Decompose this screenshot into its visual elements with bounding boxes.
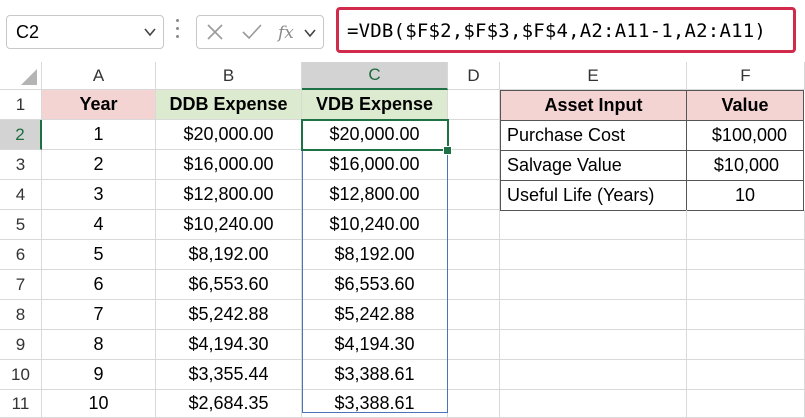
empty-cell[interactable] xyxy=(448,330,500,360)
empty-cell[interactable] xyxy=(500,360,687,390)
asset-value-cell[interactable]: 10 xyxy=(686,180,804,211)
fx-icon[interactable]: fx xyxy=(276,20,301,49)
asset-input-cell[interactable]: Purchase Cost xyxy=(500,120,687,151)
empty-cell[interactable] xyxy=(448,360,500,390)
empty-cell[interactable] xyxy=(500,330,687,360)
vdb-cell[interactable]: $10,240.00 xyxy=(302,210,448,240)
empty-cell[interactable] xyxy=(687,270,805,300)
header-vdb-expense[interactable]: VDB Expense xyxy=(302,90,448,120)
vdb-cell[interactable]: $3,388.61 xyxy=(302,360,448,390)
vdb-cell[interactable]: $16,000.00 xyxy=(302,150,448,180)
vdb-cell[interactable]: $5,242.88 xyxy=(302,300,448,330)
empty-cell[interactable] xyxy=(687,240,805,270)
empty-cell[interactable] xyxy=(448,300,500,330)
name-box-value: C2 xyxy=(16,22,40,42)
year-cell[interactable]: 10 xyxy=(42,390,156,418)
empty-cell[interactable] xyxy=(500,270,687,300)
empty-cell[interactable] xyxy=(500,210,687,240)
empty-cell[interactable] xyxy=(500,300,687,330)
year-cell[interactable]: 6 xyxy=(42,270,156,300)
empty-cell[interactable] xyxy=(687,330,805,360)
year-cell[interactable]: 5 xyxy=(42,240,156,270)
header-asset-input[interactable]: Asset Input xyxy=(500,90,687,121)
row-header-11[interactable]: 11 xyxy=(0,390,42,418)
empty-cell[interactable] xyxy=(448,240,500,270)
empty-cell[interactable] xyxy=(687,390,805,418)
column-header-c[interactable]: C xyxy=(302,62,448,90)
vdb-cell[interactable]: $12,800.00 xyxy=(302,180,448,210)
empty-cell[interactable] xyxy=(448,120,500,150)
empty-cell[interactable] xyxy=(687,360,805,390)
year-cell[interactable]: 9 xyxy=(42,360,156,390)
chevron-down-icon[interactable] xyxy=(303,26,317,45)
year-cell[interactable]: 1 xyxy=(42,120,156,150)
asset-value-cell[interactable]: $100,000 xyxy=(686,120,804,151)
empty-cell[interactable] xyxy=(448,270,500,300)
ddb-cell[interactable]: $12,800.00 xyxy=(156,180,302,210)
row-header-1[interactable]: 1 xyxy=(0,90,42,120)
ddb-cell[interactable]: $4,194.30 xyxy=(156,330,302,360)
more-options-icon[interactable] xyxy=(176,19,180,43)
empty-cell[interactable] xyxy=(448,150,500,180)
cell-d1[interactable] xyxy=(448,90,500,120)
check-icon[interactable] xyxy=(241,22,263,47)
row-header-7[interactable]: 7 xyxy=(0,270,42,300)
row-header-3[interactable]: 3 xyxy=(0,150,42,180)
vdb-cell[interactable]: $3,388.61 xyxy=(302,390,448,418)
select-all-corner[interactable] xyxy=(0,62,42,90)
year-cell[interactable]: 4 xyxy=(42,210,156,240)
row-header-10[interactable]: 10 xyxy=(0,360,42,390)
formula-input[interactable]: =VDB($F$2,$F$3,$F$4,A2:A11-1,A2:A11) xyxy=(336,7,796,53)
vdb-cell[interactable]: $6,553.60 xyxy=(302,270,448,300)
asset-input-cell[interactable]: Salvage Value xyxy=(500,150,687,181)
year-cell[interactable]: 7 xyxy=(42,300,156,330)
x-icon[interactable] xyxy=(205,22,225,47)
year-cell[interactable]: 3 xyxy=(42,180,156,210)
vdb-cell[interactable]: $8,192.00 xyxy=(302,240,448,270)
vdb-cell[interactable]: $20,000.00 xyxy=(302,120,448,150)
ddb-cell[interactable]: $3,355.44 xyxy=(156,360,302,390)
header-year[interactable]: Year xyxy=(42,90,156,120)
year-cell[interactable]: 8 xyxy=(42,330,156,360)
empty-cell[interactable] xyxy=(687,210,805,240)
ddb-cell[interactable]: $6,553.60 xyxy=(156,270,302,300)
ddb-cell[interactable]: $20,000.00 xyxy=(156,120,302,150)
row-header-9[interactable]: 9 xyxy=(0,330,42,360)
column-header-a[interactable]: A xyxy=(42,62,156,90)
empty-cell[interactable] xyxy=(448,180,500,210)
row-header-8[interactable]: 8 xyxy=(0,300,42,330)
row-header-6[interactable]: 6 xyxy=(0,240,42,270)
column-header-b[interactable]: B xyxy=(156,62,302,90)
svg-text:fx: fx xyxy=(277,23,294,43)
fill-handle[interactable] xyxy=(443,146,452,155)
formula-bar: C2 fx =VDB($F$2,$F$3,$F$4,A2:A11-1,A2:A1… xyxy=(0,0,805,62)
formula-buttons: fx xyxy=(196,15,324,49)
empty-cell[interactable] xyxy=(448,210,500,240)
row-header-5[interactable]: 5 xyxy=(0,210,42,240)
ddb-cell[interactable]: $8,192.00 xyxy=(156,240,302,270)
column-header-d[interactable]: D xyxy=(448,62,500,90)
formula-text: =VDB($F$2,$F$3,$F$4,A2:A11-1,A2:A11) xyxy=(347,20,767,42)
year-cell[interactable]: 2 xyxy=(42,150,156,180)
column-header-f[interactable]: F xyxy=(687,62,805,90)
vdb-cell[interactable]: $4,194.30 xyxy=(302,330,448,360)
row-header-2[interactable]: 2 xyxy=(0,120,42,150)
row-header-4[interactable]: 4 xyxy=(0,180,42,210)
ddb-cell[interactable]: $2,684.35 xyxy=(156,390,302,418)
ddb-cell[interactable]: $16,000.00 xyxy=(156,150,302,180)
column-header-e[interactable]: E xyxy=(500,62,687,90)
empty-cell[interactable] xyxy=(500,240,687,270)
chevron-down-icon[interactable] xyxy=(143,25,157,44)
empty-cell[interactable] xyxy=(687,300,805,330)
asset-value-cell[interactable]: $10,000 xyxy=(686,150,804,181)
name-box[interactable]: C2 xyxy=(6,15,164,49)
asset-input-cell[interactable]: Useful Life (Years) xyxy=(500,180,687,211)
ddb-cell[interactable]: $10,240.00 xyxy=(156,210,302,240)
ddb-cell[interactable]: $5,242.88 xyxy=(156,300,302,330)
header-ddb-expense[interactable]: DDB Expense xyxy=(156,90,302,120)
empty-cell[interactable] xyxy=(448,390,500,418)
header-value[interactable]: Value xyxy=(686,90,804,121)
empty-cell[interactable] xyxy=(500,390,687,418)
